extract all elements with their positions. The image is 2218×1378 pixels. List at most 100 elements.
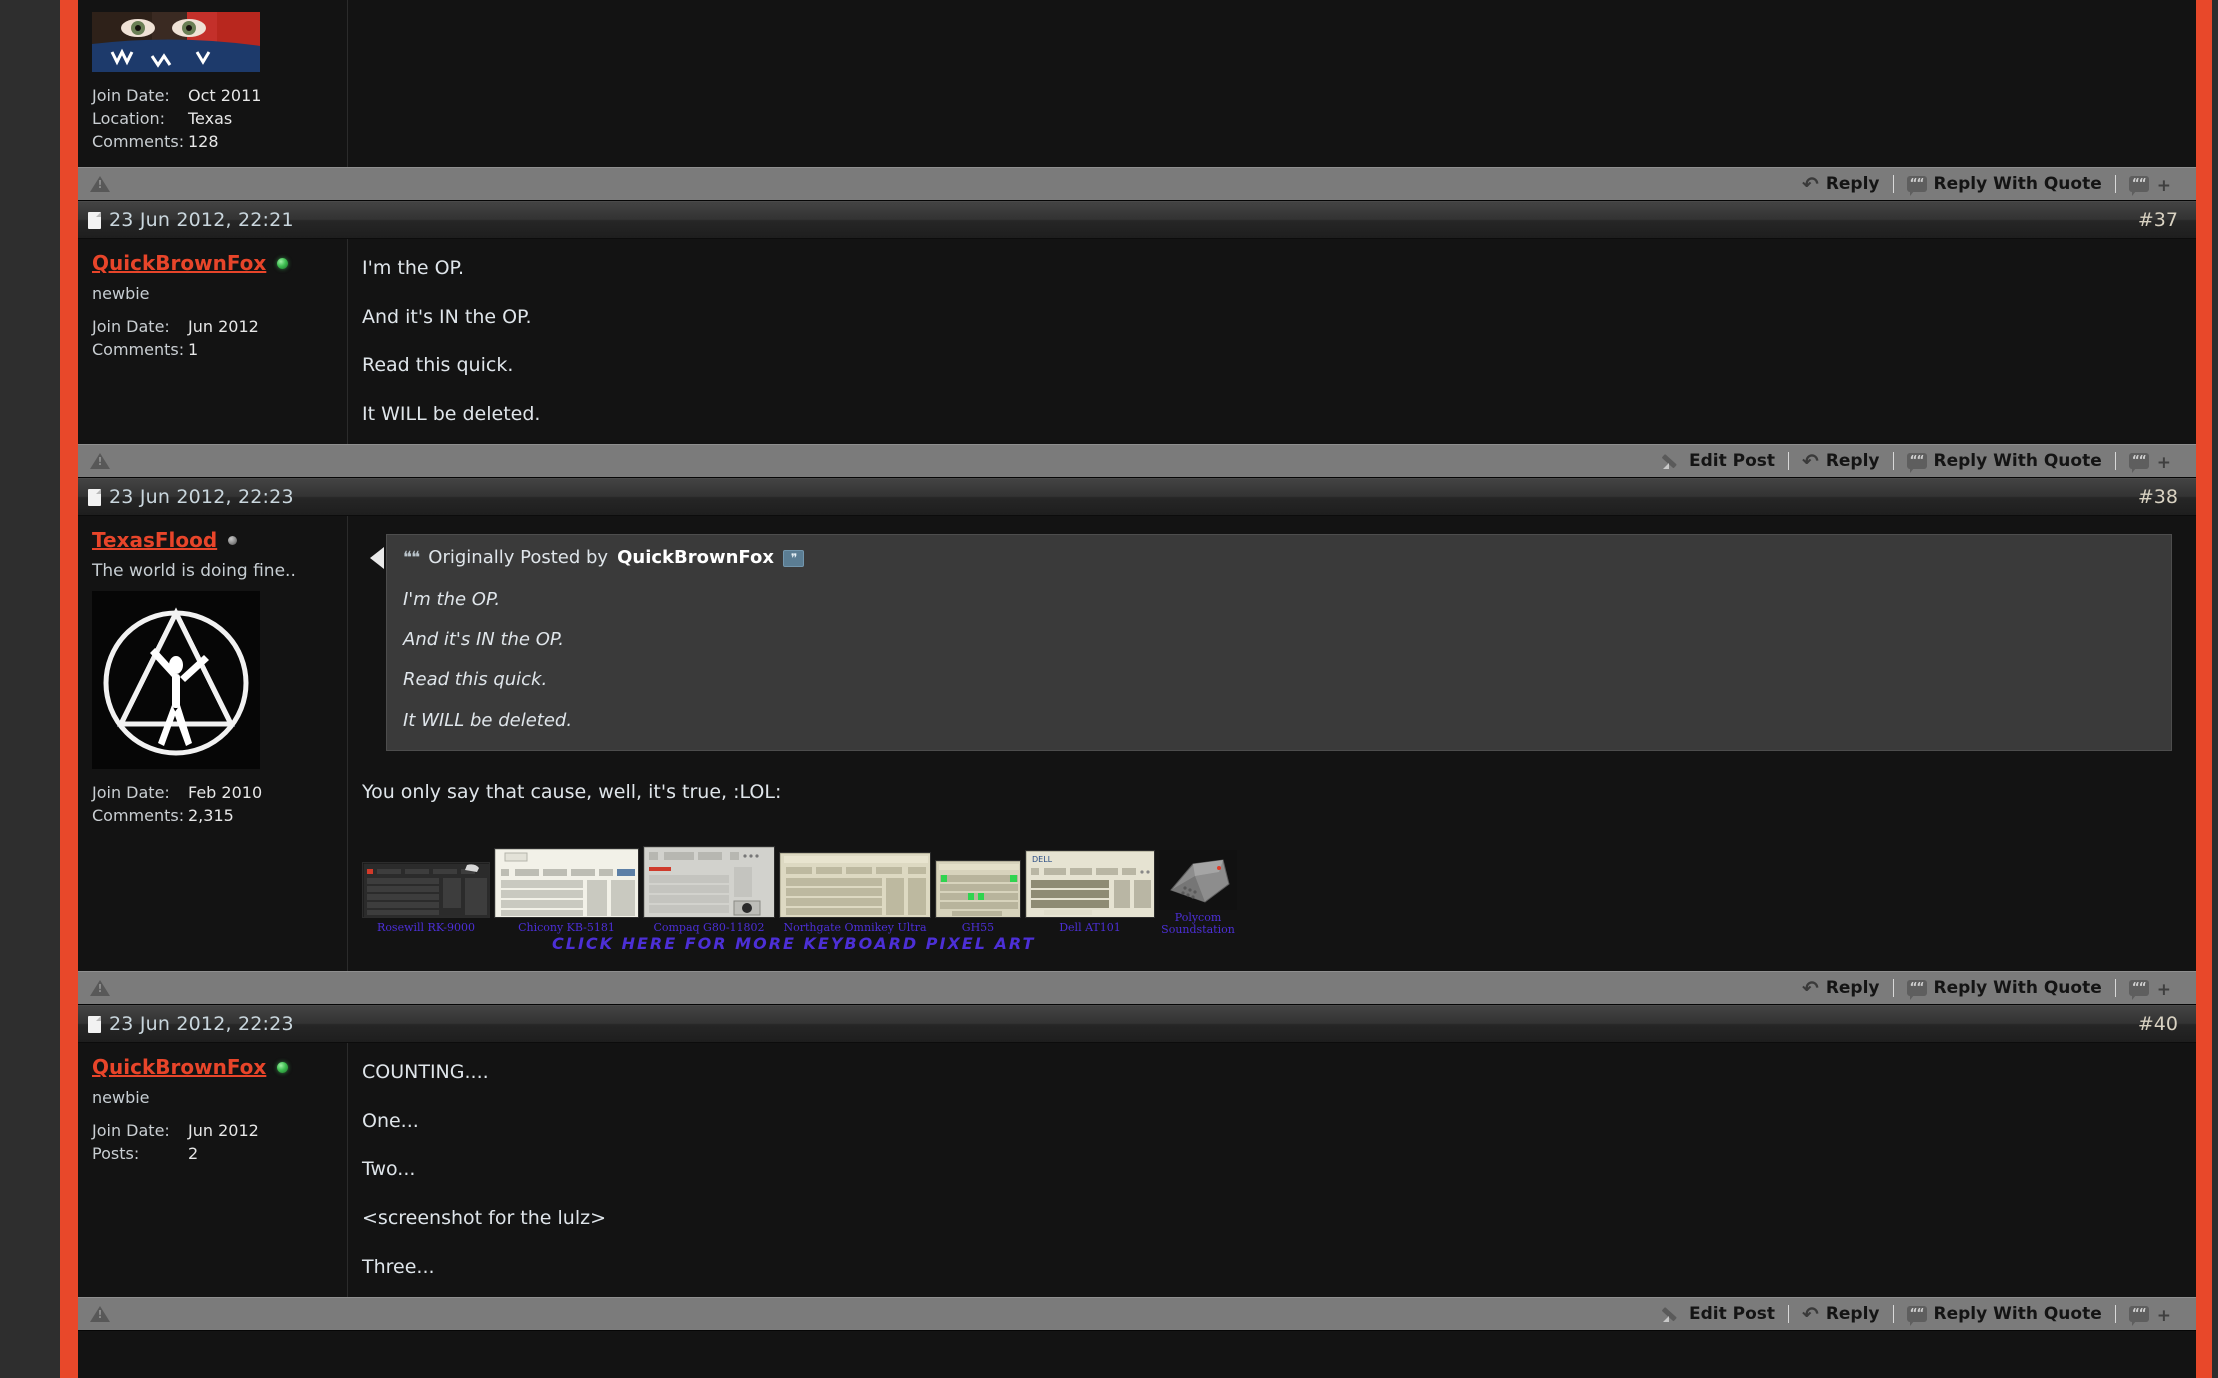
view-post-icon[interactable]: ❞ [783, 550, 804, 567]
multi-quote-button[interactable]: ““ + [2116, 453, 2184, 469]
username-link[interactable]: QuickBrownFox [92, 251, 266, 275]
post-message: ❝❝ Originally Posted by QuickBrownFox ❞ … [348, 516, 2196, 971]
reply-with-quote-button[interactable]: ““ Reply With Quote [1894, 978, 2115, 998]
quote-author[interactable]: QuickBrownFox [617, 545, 774, 571]
post-40: 23 Jun 2012, 22:23 #40 QuickBrownFox new… [78, 1005, 2196, 1331]
reply-button-label: Reply [1826, 174, 1880, 194]
reply-with-quote-button[interactable]: ““ Reply With Quote [1894, 1304, 2115, 1324]
signature-item[interactable]: GH55 [935, 860, 1021, 936]
post-body: QuickBrownFox newbie Join Date: Jun 2012… [78, 1043, 2196, 1297]
stat-label: Join Date: [92, 1119, 188, 1142]
edit-post-button[interactable]: Edit Post [1649, 1304, 1788, 1324]
stat-value: Texas [188, 107, 232, 130]
avatar-image [92, 12, 260, 72]
avatar[interactable] [92, 12, 260, 72]
multi-quote-plus-icon: ““ [2129, 453, 2149, 469]
signature-item[interactable]: Northgate Omnikey Ultra [779, 852, 931, 936]
avatar[interactable] [92, 591, 260, 769]
keyboard-art-svg: DELL [1026, 851, 1155, 918]
speech-bubble-quote-icon: ““ [1907, 980, 1927, 996]
multi-quote-button[interactable]: ““ + [2116, 176, 2184, 192]
post-action-bar: Edit Post ↶ Reply ““ Reply With Quote ““ [78, 1297, 2196, 1331]
multi-quote-button[interactable]: ““ + [2116, 980, 2184, 996]
post-message: I'm the OP. And it's IN the OP. Read thi… [348, 239, 2196, 444]
post-header: 23 Jun 2012, 22:23 #40 [78, 1005, 2196, 1043]
report-post-icon[interactable] [90, 979, 110, 997]
document-icon [88, 212, 101, 229]
forum-thread-page: Join Date: Oct 2011 Location: Texas Comm… [0, 0, 2218, 1378]
edit-post-label: Edit Post [1689, 1304, 1775, 1324]
thread-content: Join Date: Oct 2011 Location: Texas Comm… [78, 0, 2196, 1378]
post-number[interactable]: #37 [2138, 209, 2178, 231]
signature-banner-link[interactable]: CLICK HERE FOR MORE KEYBOARD PIXEL ART [552, 932, 2172, 955]
report-post-icon[interactable] [90, 175, 110, 193]
page-gutter-left [0, 0, 60, 1378]
username-link[interactable]: TexasFlood [92, 528, 217, 552]
post-header: 23 Jun 2012, 22:21 #37 [78, 201, 2196, 239]
keyboard-pixel-art [494, 848, 639, 918]
stat-row: Join Date: Jun 2012 [92, 1119, 335, 1142]
stat-label: Comments: [92, 130, 188, 153]
reply-with-quote-label: Reply With Quote [1934, 1304, 2102, 1324]
quote-pointer [370, 547, 384, 569]
reply-button[interactable]: ↶ Reply [1789, 174, 1892, 194]
signature-item[interactable]: Chicony KB-5181 [494, 848, 639, 936]
reply-button[interactable]: ↶ Reply [1789, 451, 1892, 471]
edit-post-button[interactable]: Edit Post [1649, 451, 1788, 471]
stat-row: Comments: 1 [92, 338, 335, 361]
username-link[interactable]: QuickBrownFox [92, 1055, 266, 1079]
quote-block: ❝❝ Originally Posted by QuickBrownFox ❞ … [386, 534, 2172, 750]
post-date: 23 Jun 2012, 22:23 [109, 486, 294, 508]
keyboard-art-svg [495, 849, 639, 918]
post-header: 23 Jun 2012, 22:23 #38 [78, 478, 2196, 516]
quote-header: ❝❝ Originally Posted by QuickBrownFox ❞ [403, 545, 2155, 573]
multi-quote-button[interactable]: ““ + [2116, 1306, 2184, 1322]
signature-item[interactable]: Rosewill RK-9000 [362, 862, 490, 936]
user-signature: Rosewill RK-9000 [362, 840, 2172, 955]
post-userinfo: Join Date: Oct 2011 Location: Texas Comm… [78, 0, 348, 167]
reply-button[interactable]: ↶ Reply [1789, 1304, 1892, 1324]
reply-button[interactable]: ↶ Reply [1789, 978, 1892, 998]
post-action-bar: ↶ Reply ““ Reply With Quote ““ + [78, 167, 2196, 201]
post-number[interactable]: #40 [2138, 1013, 2178, 1035]
stat-value: Oct 2011 [188, 84, 261, 107]
username-row: QuickBrownFox [92, 251, 335, 275]
pencil-icon [1662, 1305, 1682, 1323]
keyboard-art-svg [363, 863, 490, 918]
signature-caption: Rosewill RK-9000 [362, 920, 490, 936]
quote-paragraph: And it's IN the OP. [403, 627, 2155, 653]
stat-label: Comments: [92, 338, 188, 361]
signature-item[interactable]: Compaq G80-11802 [643, 846, 775, 936]
post-number[interactable]: #38 [2138, 486, 2178, 508]
plus-glyph: + [2157, 180, 2171, 192]
report-post-icon[interactable] [90, 452, 110, 470]
post-partial-top: Join Date: Oct 2011 Location: Texas Comm… [78, 0, 2196, 201]
stat-label: Location: [92, 107, 188, 130]
post-action-bar: Edit Post ↶ Reply ““ Reply With Quote ““ [78, 444, 2196, 478]
quote-attribution-prefix: Originally Posted by [428, 545, 608, 571]
stat-value: Jun 2012 [188, 1119, 259, 1142]
signature-item[interactable]: DELL [1025, 850, 1155, 936]
report-post-icon[interactable] [90, 1305, 110, 1323]
post-action-bar: ↶ Reply ““ Reply With Quote ““ + [78, 971, 2196, 1005]
edit-post-label: Edit Post [1689, 451, 1775, 471]
reply-arrow-icon: ↶ [1802, 451, 1819, 471]
post-userinfo: TexasFlood The world is doing fine.. [78, 516, 348, 971]
stat-label: Join Date: [92, 315, 188, 338]
speech-bubble-quote-icon: ““ [1907, 453, 1927, 469]
reply-arrow-icon: ↶ [1802, 978, 1819, 998]
message-paragraph: <screenshot for the lulz> [362, 1205, 2172, 1233]
message-paragraph: Read this quick. [362, 352, 2172, 380]
reply-with-quote-button[interactable]: ““ Reply With Quote [1894, 451, 2115, 471]
signature-item[interactable]: Polycom Soundstation [1159, 850, 1237, 936]
post-userinfo: QuickBrownFox newbie Join Date: Jun 2012… [78, 239, 348, 444]
quote-box: ❝❝ Originally Posted by QuickBrownFox ❞ … [386, 534, 2172, 750]
polycom-art-svg [1159, 850, 1237, 910]
stat-label: Posts: [92, 1142, 188, 1165]
reply-with-quote-label: Reply With Quote [1934, 451, 2102, 471]
reply-arrow-icon: ↶ [1802, 1304, 1819, 1324]
stat-value: 2,315 [188, 804, 234, 827]
stat-row: Comments: 2,315 [92, 804, 335, 827]
reply-with-quote-button[interactable]: ““ Reply With Quote [1894, 174, 2115, 194]
post-38: 23 Jun 2012, 22:23 #38 TexasFlood The wo… [78, 478, 2196, 1005]
